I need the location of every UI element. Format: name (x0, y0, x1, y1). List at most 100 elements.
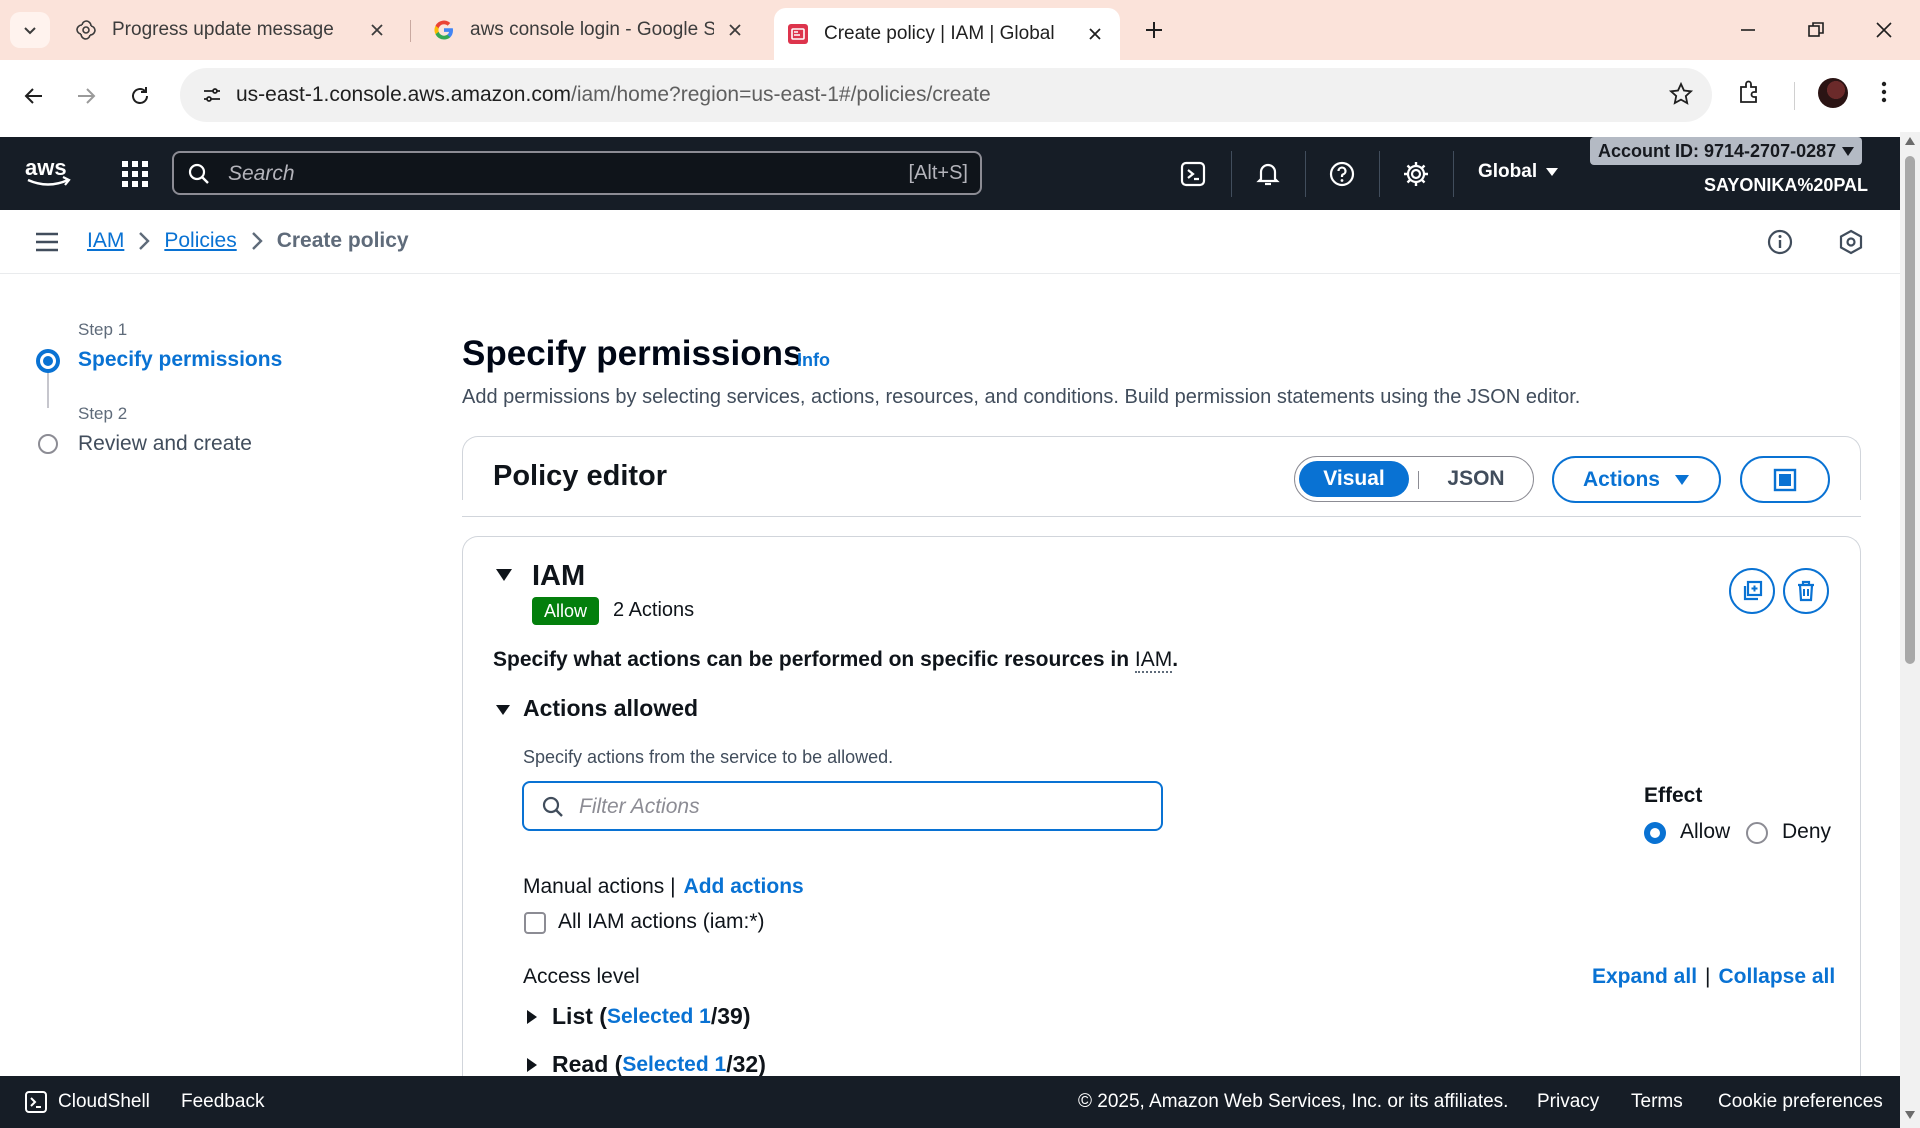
reload-button[interactable] (122, 78, 158, 114)
toolbar-separator (1794, 82, 1795, 110)
copyright-text: © 2025, Amazon Web Services, Inc. or its… (1078, 1091, 1509, 1112)
extensions-puzzle-icon[interactable] (1736, 78, 1764, 106)
chevron-right-icon (138, 231, 151, 251)
effect-deny-label[interactable]: Deny (1782, 820, 1831, 844)
access-level-name: List (552, 1003, 593, 1029)
statement-desc-suffix: . (1172, 648, 1179, 671)
scroll-down-arrow-icon[interactable] (1904, 1110, 1916, 1120)
duplicate-statement-button[interactable] (1729, 568, 1775, 614)
access-level-row-list[interactable]: List (Selected 1/39) (526, 1003, 751, 1030)
privacy-link[interactable]: Privacy (1537, 1091, 1599, 1113)
filter-actions-input[interactable]: Filter Actions (522, 781, 1163, 831)
header-separator (1231, 151, 1232, 197)
caret-right-icon (527, 1057, 537, 1072)
page-description: Add permissions by selecting services, a… (462, 386, 1581, 408)
help-question-icon[interactable] (1327, 159, 1357, 189)
notifications-bell-icon[interactable] (1253, 159, 1283, 189)
cloudshell-label: CloudShell (58, 1091, 150, 1112)
all-iam-actions-checkbox[interactable] (524, 912, 546, 934)
expand-all-link[interactable]: Expand all (1592, 965, 1697, 989)
bookmark-star-icon[interactable] (1668, 81, 1694, 107)
aws-search-input[interactable]: Search [Alt+S] (172, 151, 982, 195)
json-mode-button[interactable]: JSON (1421, 461, 1531, 497)
url-text: us-east-1.console.aws.amazon.com/iam/hom… (236, 83, 991, 107)
effect-allow-radio[interactable] (1644, 822, 1666, 844)
remove-statement-button[interactable] (1783, 568, 1829, 614)
collapse-all-link[interactable]: Collapse all (1719, 965, 1836, 989)
new-tab-button[interactable] (1136, 12, 1172, 48)
svg-text:aws: aws (25, 155, 67, 180)
actions-allowed-hint: Specify actions from the service to be a… (523, 747, 894, 767)
browser-toolbar: us-east-1.console.aws.amazon.com/iam/hom… (0, 60, 1920, 132)
visual-mode-button[interactable]: Visual (1299, 461, 1409, 497)
tab-search-button[interactable] (10, 12, 50, 48)
statement-description: Specify what actions can be performed on… (493, 648, 1179, 673)
cloudshell-icon[interactable] (1178, 159, 1208, 189)
info-panel-icon[interactable] (1767, 229, 1793, 255)
breadcrumb-policies[interactable]: Policies (164, 229, 236, 253)
site-info-icon[interactable] (196, 79, 228, 111)
cloudshell-button[interactable]: CloudShell (24, 1090, 150, 1114)
selected-count[interactable]: Selected 1 (607, 1005, 711, 1029)
breadcrumb-iam[interactable]: IAM (87, 229, 124, 253)
filter-placeholder: Filter Actions (579, 795, 700, 818)
aws-footer: CloudShell Feedback © 2025, Amazon Web S… (0, 1076, 1900, 1128)
close-tab-icon[interactable] (1082, 21, 1108, 47)
step-1-indicator (36, 349, 60, 373)
restore-button[interactable] (1796, 12, 1836, 48)
caret-down-icon (1546, 168, 1559, 176)
scroll-up-arrow-icon[interactable] (1904, 136, 1916, 146)
hamburger-menu-icon[interactable] (34, 231, 60, 253)
services-grid-icon[interactable] (120, 159, 150, 189)
back-button[interactable] (16, 78, 52, 114)
step-2-indicator (38, 434, 58, 454)
forward-button[interactable] (68, 78, 104, 114)
browser-tab-create-policy[interactable]: Create policy | IAM | Global (774, 8, 1120, 60)
hexagon-settings-icon[interactable] (1838, 229, 1864, 255)
step-2-title[interactable]: Review and create (78, 432, 252, 456)
collapse-caret-icon[interactable] (495, 568, 513, 582)
caret-right-icon (527, 1009, 537, 1024)
paren-close: ) (742, 1003, 751, 1029)
scrollbar-thumb[interactable] (1905, 156, 1915, 664)
user-name[interactable]: SAYONIKA%20PAL (1704, 175, 1868, 196)
address-bar[interactable]: us-east-1.console.aws.amazon.com/iam/hom… (180, 68, 1712, 122)
expand-collapse-links: Expand all | Collapse all (1592, 965, 1835, 989)
terms-link[interactable]: Terms (1631, 1091, 1683, 1113)
minimize-icon (1741, 29, 1755, 31)
manual-actions-row: Manual actions | Add actions (523, 875, 804, 899)
panel-toggle-button[interactable] (1740, 456, 1830, 503)
arrow-left-icon (24, 88, 42, 104)
settings-gear-icon[interactable] (1401, 159, 1431, 189)
region-selector[interactable]: Global (1478, 161, 1559, 183)
access-level-row-read[interactable]: Read (Selected 1/32) (526, 1051, 766, 1078)
info-link[interactable]: Info (797, 350, 830, 371)
close-tab-icon[interactable] (364, 17, 390, 43)
cookie-preferences-link[interactable]: Cookie preferences (1718, 1091, 1883, 1113)
browser-tab-progress[interactable]: Progress update message (62, 8, 402, 52)
aws-logo-icon[interactable]: aws (24, 155, 72, 189)
more-vertical-icon[interactable] (1870, 78, 1898, 106)
effect-deny-radio[interactable] (1746, 822, 1768, 844)
feedback-link[interactable]: Feedback (181, 1091, 264, 1113)
account-menu[interactable]: Account ID: 9714-2707-0287 (1590, 137, 1863, 165)
collapse-caret-icon[interactable] (495, 704, 511, 716)
profile-avatar[interactable] (1818, 78, 1848, 108)
actions-allowed-title[interactable]: Actions allowed (523, 695, 698, 722)
url-domain: us-east-1.console.aws.amazon.com (236, 83, 571, 106)
close-window-button[interactable] (1864, 12, 1904, 48)
selected-count[interactable]: Selected 1 (622, 1053, 726, 1077)
step-1-title[interactable]: Specify permissions (78, 348, 282, 372)
all-iam-actions-label[interactable]: All IAM actions (iam:*) (558, 910, 765, 934)
page-title: Specify permissions (462, 334, 803, 373)
actions-dropdown-button[interactable]: Actions (1552, 456, 1721, 503)
minimize-button[interactable] (1728, 12, 1768, 48)
page-scrollbar[interactable] (1900, 132, 1920, 1128)
paren-close: ) (758, 1051, 766, 1077)
add-actions-link[interactable]: Add actions (684, 875, 804, 899)
browser-tab-google[interactable]: aws console login - Google Sea (420, 8, 760, 52)
effect-allow-label[interactable]: Allow (1680, 820, 1730, 844)
divider (462, 516, 1861, 517)
close-tab-icon[interactable] (722, 17, 748, 43)
statement-service-name[interactable]: IAM (532, 560, 585, 593)
